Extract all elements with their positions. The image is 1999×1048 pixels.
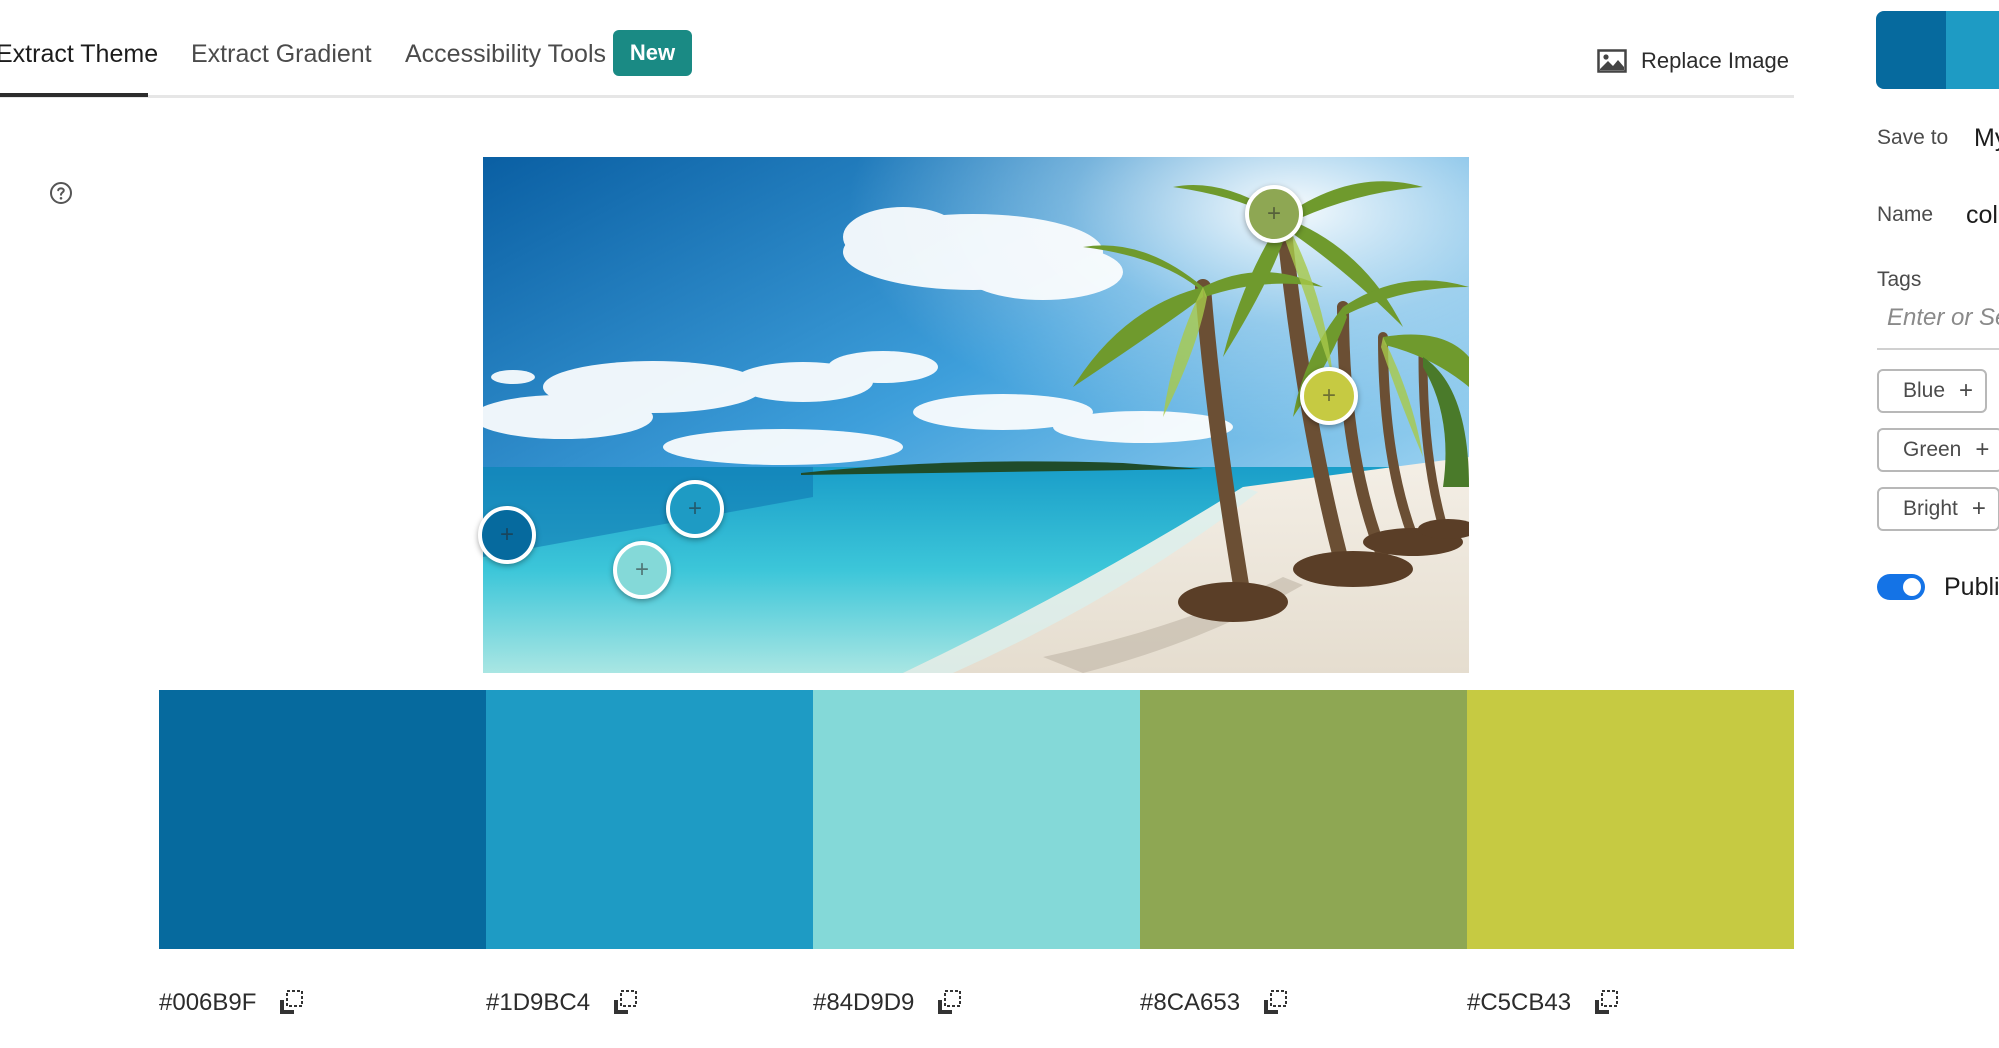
- preview-swatch-1: [1876, 11, 1946, 89]
- color-swatches: [159, 690, 1794, 949]
- save-to-select[interactable]: My: [1974, 124, 1999, 153]
- copy-icon[interactable]: [1591, 988, 1621, 1018]
- replace-image-label: Replace Image: [1641, 48, 1789, 73]
- tag-chip-blue[interactable]: Blue +: [1877, 369, 1988, 413]
- image-icon: [1597, 49, 1627, 73]
- color-picker-handle-3[interactable]: +: [613, 541, 671, 599]
- new-badge: New: [613, 30, 692, 76]
- tags-label: Tags: [1877, 268, 1922, 291]
- replace-image-button[interactable]: Replace Image: [1597, 48, 1789, 74]
- tab-bar: Extract Theme Extract Gradient Accessibi…: [0, 0, 1794, 99]
- publish-label: Publis: [1944, 573, 1999, 601]
- color-swatch-3[interactable]: [813, 690, 1140, 949]
- copy-icon[interactable]: [276, 988, 306, 1018]
- hex-code-label: #006B9F: [159, 989, 257, 1016]
- tab-extract-gradient[interactable]: Extract Gradient: [191, 40, 372, 69]
- copy-icon[interactable]: [934, 988, 964, 1018]
- color-swatch-1[interactable]: [159, 690, 486, 949]
- name-label: Name: [1877, 203, 1934, 226]
- hex-code-label: #8CA653: [1140, 989, 1241, 1016]
- hex-item-2: #1D9BC4: [486, 988, 640, 1018]
- tag-chip-label: Green: [1903, 438, 1962, 461]
- tag-chip-label: Blue: [1903, 379, 1946, 402]
- color-swatch-2[interactable]: [486, 690, 813, 949]
- theme-preview: [1876, 11, 1999, 89]
- save-to-label: Save to: [1877, 126, 1949, 149]
- hex-code-label: #1D9BC4: [486, 989, 591, 1016]
- question-circle-icon[interactable]: [49, 181, 73, 205]
- tab-extract-theme[interactable]: Extract Theme: [0, 40, 158, 69]
- tags-input[interactable]: [1877, 304, 1999, 332]
- tag-chip-label: Bright: [1903, 497, 1958, 520]
- color-picker-handle-1[interactable]: +: [478, 506, 536, 564]
- tag-chip-green[interactable]: Green +: [1877, 428, 1999, 472]
- plus-icon: +: [1959, 377, 1974, 404]
- name-field[interactable]: col: [1966, 201, 1998, 230]
- color-swatch-5[interactable]: [1467, 690, 1794, 949]
- color-picker-handle-2[interactable]: +: [666, 480, 724, 538]
- hex-item-1: #006B9F: [159, 988, 306, 1018]
- color-picker-handle-4[interactable]: +: [1245, 185, 1303, 243]
- toggle-knob: [1903, 578, 1921, 596]
- tag-chip-bright[interactable]: Bright +: [1877, 487, 1999, 531]
- color-swatch-4[interactable]: [1140, 690, 1467, 949]
- copy-icon[interactable]: [610, 988, 640, 1018]
- plus-icon: +: [1971, 495, 1986, 522]
- hex-code-row: #006B9F #1D9BC4 #84D9D9 #8CA653 #C5CB43: [159, 988, 1794, 1020]
- copy-icon[interactable]: [1260, 988, 1290, 1018]
- extract-theme-page: Extract Theme Extract Gradient Accessibi…: [0, 0, 1999, 1048]
- tab-bar-divider: [0, 95, 1794, 98]
- hex-item-4: #8CA653: [1140, 988, 1290, 1018]
- color-picker-handle-5[interactable]: +: [1300, 367, 1358, 425]
- hex-item-3: #84D9D9: [813, 988, 964, 1018]
- hex-item-5: #C5CB43: [1467, 988, 1621, 1018]
- tab-accessibility-tools[interactable]: Accessibility Tools: [405, 40, 606, 69]
- hex-code-label: #C5CB43: [1467, 989, 1572, 1016]
- plus-icon: +: [1975, 436, 1990, 463]
- publish-toggle[interactable]: [1877, 574, 1925, 600]
- tags-input-wrapper: [1877, 304, 1999, 350]
- active-tab-indicator: [0, 93, 148, 97]
- preview-swatch-2: [1946, 11, 1999, 89]
- hex-code-label: #84D9D9: [813, 989, 915, 1016]
